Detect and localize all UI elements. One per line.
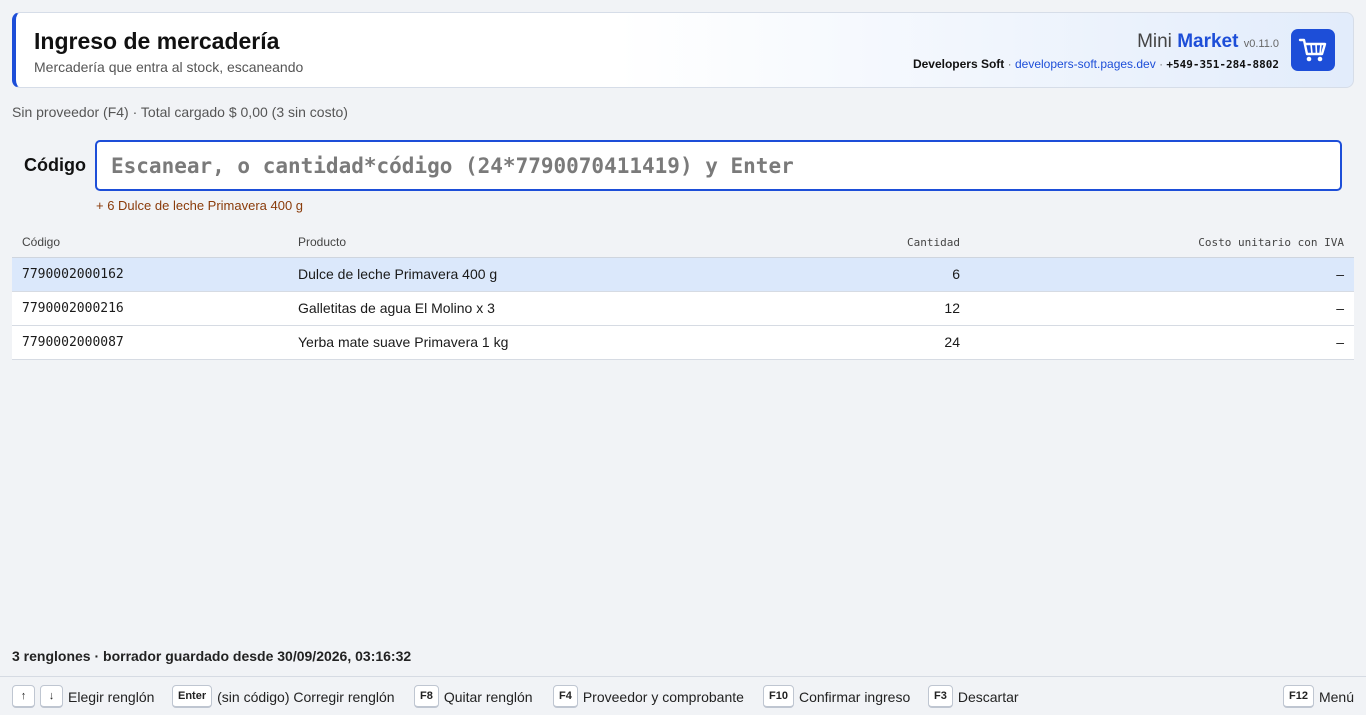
table-row[interactable]: 7790002000216 Galletitas de agua El Moli…	[12, 291, 1354, 326]
hotkey-label: (sin código) Corregir renglón	[217, 688, 395, 705]
hotkey-label: Menú	[1318, 688, 1354, 705]
row-cost: –	[970, 291, 1354, 326]
row-product: Dulce de leche Primavera 400 g	[288, 257, 754, 292]
hotkey-remove-row[interactable]: F8 Quitar renglón	[414, 685, 533, 708]
intake-table: Código Producto Cantidad Costo unitario …	[12, 228, 1354, 360]
hotkey-discard[interactable]: F3 Descartar	[928, 685, 1019, 708]
row-cost: –	[970, 257, 1354, 292]
code-label: Código	[24, 155, 86, 175]
table-header-row: Código Producto Cantidad Costo unitario …	[12, 228, 1354, 258]
column-header-cost: Costo unitario con IVA	[970, 228, 1354, 258]
app-version: v0.11.0	[1243, 38, 1279, 50]
row-code: 7790002000162	[12, 257, 288, 292]
page-subtitle: Mercadería que entra al stock, escaneand…	[34, 59, 304, 75]
key-arrow-up: ↑	[12, 685, 35, 708]
row-product: Galletitas de agua El Molino x 3	[288, 291, 754, 326]
hotkey-menu[interactable]: F12 Menú	[1283, 685, 1354, 708]
table-row[interactable]: 7790002000162 Dulce de leche Primavera 4…	[12, 257, 1354, 292]
hotkey-label: Descartar	[957, 688, 1019, 705]
brand-name: Mini Market v0.11.0	[913, 31, 1279, 53]
row-product: Yerba mate suave Primavera 1 kg	[288, 325, 754, 360]
brand-name-bold: Market	[1177, 31, 1239, 52]
row-quantity: 12	[754, 291, 970, 326]
hotkey-label: Proveedor y comprobante	[582, 688, 744, 705]
key-f3: F3	[928, 685, 953, 708]
company-site-link[interactable]: developers-soft.pages.dev	[1015, 57, 1156, 71]
table-row[interactable]: 7790002000087 Yerba mate suave Primavera…	[12, 325, 1354, 360]
brand-name-light: Mini	[1137, 31, 1178, 52]
row-cost: –	[970, 325, 1354, 360]
column-header-code: Código	[12, 228, 288, 258]
column-header-product: Producto	[288, 228, 754, 258]
hotkey-supplier[interactable]: F4 Proveedor y comprobante	[553, 685, 744, 708]
row-quantity: 6	[754, 257, 970, 292]
row-code: 7790002000087	[12, 325, 288, 360]
scan-code-input[interactable]	[95, 140, 1342, 191]
brand-contact: Developers Soft · developers-soft.pages.…	[913, 57, 1279, 71]
page-header: Ingreso de mercadería Mercadería que ent…	[12, 12, 1354, 88]
hotkey-label: Elegir renglón	[68, 688, 155, 705]
hotkey-edit-row[interactable]: Enter (sin código) Corregir renglón	[172, 685, 395, 708]
row-code: 7790002000216	[12, 291, 288, 326]
hotkey-choose-row[interactable]: ↑ ↓ Elegir renglón	[12, 685, 154, 708]
company-name: Developers Soft	[912, 57, 1005, 71]
column-header-quantity: Cantidad	[754, 228, 970, 258]
brand-block: Mini Market v0.11.0 Developers Soft · de…	[913, 31, 1279, 71]
shopping-cart-icon	[1291, 29, 1335, 71]
draft-status: 3 renglones · borrador guardado desde 30…	[12, 648, 412, 664]
hotkey-confirm[interactable]: F10 Confirmar ingreso	[763, 685, 910, 708]
hotkey-label: Confirmar ingreso	[798, 688, 911, 705]
row-quantity: 24	[754, 325, 970, 360]
page-title: Ingreso de mercadería	[34, 28, 280, 54]
last-added-item: + 6 Dulce de leche Primavera 400 g	[96, 198, 304, 213]
key-f10: F10	[763, 685, 794, 708]
contact-separator: ·	[1155, 57, 1167, 71]
hotkey-label: Quitar renglón	[443, 688, 533, 705]
intake-summary: Sin proveedor (F4) · Total cargado $ 0,0…	[12, 104, 348, 120]
hotkey-bar: ↑ ↓ Elegir renglón Enter (sin código) Co…	[0, 676, 1366, 715]
company-phone: +549-351-284-8802	[1166, 58, 1279, 71]
key-f4: F4	[553, 685, 578, 708]
key-f8: F8	[414, 685, 439, 708]
key-arrow-down: ↓	[40, 685, 63, 708]
contact-separator: ·	[1004, 57, 1015, 71]
key-enter: Enter	[172, 685, 213, 708]
key-f12: F12	[1283, 685, 1314, 708]
